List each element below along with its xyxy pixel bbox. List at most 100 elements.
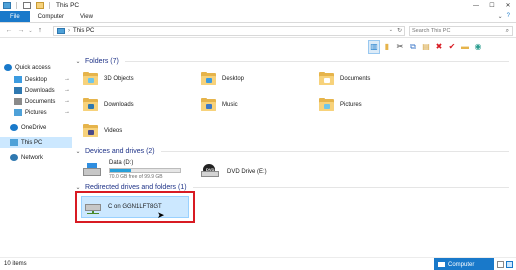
group-header-folders[interactable]: ⌄ Folders (7) (75, 58, 509, 65)
folder-tile-documents[interactable]: Documents (319, 72, 370, 85)
cut-icon[interactable]: ✂ (394, 40, 406, 54)
sidebar-item-label: Desktop (25, 76, 48, 83)
group-divider (124, 61, 509, 62)
folder-badge-icon (88, 104, 94, 109)
folder-label: Downloads (104, 101, 134, 108)
sidebar-item-label: This PC (21, 139, 43, 146)
close-button[interactable]: ✕ (500, 0, 516, 11)
copy-icon[interactable]: ⧉ (407, 40, 419, 54)
cloud-icon (10, 124, 18, 131)
folder-tile-desktop[interactable]: Desktop (201, 72, 244, 85)
folder-tile-pictures[interactable]: Pictures (319, 98, 362, 111)
status-right: Computer (434, 258, 516, 270)
sidebar-item-desktop[interactable]: Desktop ⊸ (0, 74, 72, 85)
large-icons-view-button[interactable] (506, 261, 513, 268)
ribbon-tabs: File Computer View ⌄ ? (0, 11, 516, 23)
title-separator (16, 2, 17, 9)
sidebar-item-label: Downloads (25, 87, 55, 94)
maximize-button[interactable]: ☐ (484, 0, 500, 11)
title-separator-2 (49, 2, 50, 9)
folder-icon (319, 72, 334, 85)
sidebar-item-documents[interactable]: Documents ⊸ (0, 96, 72, 107)
network-icon[interactable]: ◉ (472, 40, 484, 54)
forward-button[interactable]: → (15, 25, 27, 37)
folder-icon (201, 98, 216, 111)
folder-icon (319, 98, 334, 111)
search-input[interactable] (412, 28, 502, 34)
properties-icon[interactable] (23, 2, 31, 9)
highlight-box: C on GGN1LFT8GT ➤ (75, 191, 195, 223)
pin-to-quick-access-icon[interactable]: ▮ (381, 40, 393, 54)
redirected-drive-tile[interactable]: C on GGN1LFT8GT ➤ (81, 196, 189, 220)
sidebar-item-downloads[interactable]: Downloads ⊸ (0, 85, 72, 96)
help-icon[interactable]: ? (507, 13, 510, 20)
folder-tile-3d-objects[interactable]: 3D Objects (83, 72, 134, 85)
folder-badge-icon (324, 104, 330, 109)
address-bar[interactable]: › This PC ↻ ⌄ (53, 26, 405, 36)
pc-icon (10, 139, 18, 146)
group-divider (160, 151, 509, 152)
net-drive-body (85, 203, 101, 211)
folder-tile-videos[interactable]: Videos (83, 124, 122, 137)
paste-icon[interactable]: ▤ (420, 40, 432, 54)
app-folder-icon (3, 2, 11, 9)
drives-header-label: Devices and drives (2) (85, 148, 155, 155)
minimize-button[interactable]: — (468, 0, 484, 11)
chevron-down-icon[interactable]: ⌄ (75, 184, 81, 191)
back-button[interactable]: ← (3, 25, 15, 37)
folder-tile-downloads[interactable]: Downloads (83, 98, 134, 111)
dvd-drive-icon: DVD (201, 164, 221, 179)
drive-tile-dvd[interactable]: DVD DVD Drive (E:) (201, 164, 267, 179)
sidebar-item-this-pc[interactable]: This PC (0, 137, 72, 148)
drive-body (83, 167, 101, 176)
tab-computer[interactable]: Computer (30, 11, 72, 22)
mouse-cursor-icon: ➤ (157, 210, 165, 220)
chevron-down-icon[interactable]: ⌄ (498, 13, 503, 20)
details-view-button[interactable] (497, 261, 504, 268)
net-base (87, 212, 99, 214)
sidebar-item-network[interactable]: Network (0, 152, 72, 163)
sidebar-item-onedrive[interactable]: OneDrive (0, 122, 72, 133)
layout-icon[interactable]: ▥ (368, 39, 380, 54)
sidebar-item-quick-access[interactable]: Quick access (0, 62, 72, 73)
quick-toolbar: ▥ ▮ ✂ ⧉ ▤ ✖ ✔ ▬ ◉ (366, 37, 516, 56)
chevron-down-icon[interactable]: ⌄ (75, 148, 81, 155)
tab-file[interactable]: File (0, 11, 30, 22)
folder-label: Documents (340, 75, 371, 82)
navigation-pane: Quick access Desktop ⊸ Downloads ⊸ Documents ⊸… (0, 56, 72, 248)
group-header-drives[interactable]: ⌄ Devices and drives (2) (75, 148, 509, 155)
recent-locations-button[interactable]: ⌄ (27, 25, 34, 37)
drive-tile-data[interactable]: Data (D:) 70.0 GB free of 99.9 GB (83, 160, 181, 180)
refresh-button[interactable]: ↻ (397, 27, 402, 34)
breadcrumb-this-pc[interactable]: This PC (73, 28, 94, 34)
download-icon (14, 87, 22, 94)
pin-icon: ⊸ (64, 76, 69, 83)
status-computer-zone: Computer (434, 258, 494, 270)
check-icon[interactable]: ✔ (446, 40, 458, 54)
network-icon (10, 154, 18, 161)
sidebar-item-pictures[interactable]: Pictures ⊸ (0, 107, 72, 118)
drive-info: Data (D:) 70.0 GB free of 99.9 GB (109, 160, 181, 180)
up-button[interactable]: ↑ (34, 25, 46, 37)
folder-icon (83, 124, 98, 137)
tab-view[interactable]: View (72, 11, 101, 22)
new-folder-quick-icon[interactable] (36, 2, 44, 9)
folder-icon (83, 98, 98, 111)
drive-label: DVD Drive (E:) (227, 168, 267, 175)
folder-tile-music[interactable]: Music (201, 98, 238, 111)
folder-badge-icon (324, 78, 330, 83)
folder-badge-icon (88, 130, 94, 135)
folder-icon (201, 72, 216, 85)
group-header-redirected[interactable]: ⌄ Redirected drives and folders (1) (75, 184, 509, 191)
folder-badge-icon (88, 78, 94, 83)
folder-label: Pictures (340, 101, 362, 108)
group-divider (192, 187, 509, 188)
redirected-header-label: Redirected drives and folders (1) (85, 184, 187, 191)
delete-icon[interactable]: ✖ (433, 40, 445, 54)
address-dropdown[interactable]: ⌄ (389, 27, 393, 33)
hard-drive-icon (83, 162, 103, 178)
chevron-down-icon[interactable]: ⌄ (75, 58, 81, 65)
folder-label: Desktop (222, 75, 245, 82)
new-folder-icon[interactable]: ▬ (459, 40, 471, 54)
search-box[interactable]: ⌕ (409, 26, 513, 36)
